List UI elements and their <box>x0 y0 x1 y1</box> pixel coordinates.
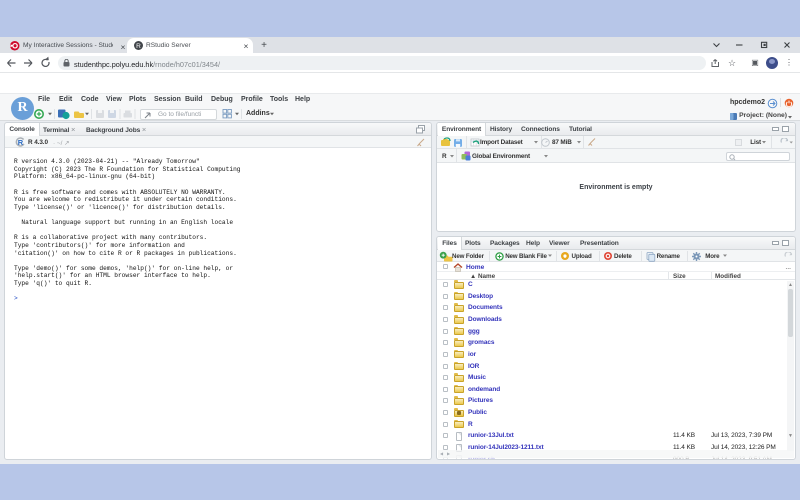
svg-text:R: R <box>136 43 141 50</box>
svg-text:R: R <box>17 138 23 147</box>
